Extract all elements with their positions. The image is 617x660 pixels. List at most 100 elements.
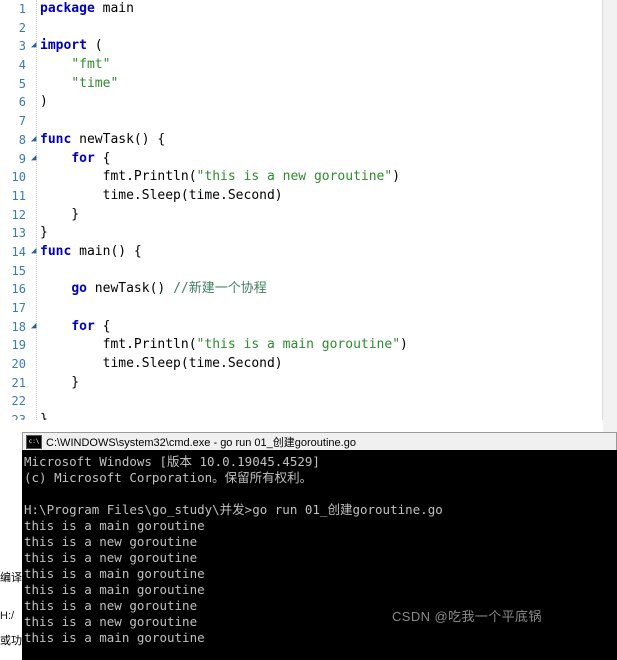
code-line[interactable]: go newTask() //新建一个协程	[40, 280, 617, 299]
code-token-plain: )	[392, 169, 401, 185]
code-token-str: "this is a main goroutine"	[196, 337, 401, 353]
line-number: 10	[11, 170, 26, 185]
console-line: this is a main goroutine	[24, 582, 205, 597]
line-number-gutter: 1234567891011121314151617181920212223	[0, 0, 30, 432]
code-line[interactable]: fmt.Println("this is a main goroutine")	[40, 336, 617, 355]
console-line: H:\Program Files\go_study\并发>go run 01_创…	[24, 502, 443, 517]
code-token-plain: main	[94, 1, 134, 16]
left-panel-status-label: 或功	[0, 635, 22, 647]
code-token-plain: )	[400, 337, 408, 353]
console-output: Microsoft Windows [版本 10.0.19045.4529] (c…	[22, 450, 617, 660]
line-number: 1	[18, 2, 26, 16]
line-number: 2	[18, 20, 26, 35]
line-number: 3	[18, 39, 26, 54]
code-token-plain: }	[40, 225, 48, 241]
code-line[interactable]: for {	[40, 318, 617, 337]
line-number: 5	[18, 76, 26, 91]
code-token-str: "fmt"	[71, 57, 111, 73]
code-token-plain: )	[40, 94, 48, 110]
code-line[interactable]: func main() {	[40, 243, 617, 262]
code-line[interactable]: fmt.Println("this is a new goroutine")	[40, 168, 617, 187]
left-panel-compile-label: 编译	[0, 572, 22, 584]
code-line[interactable]: "time"	[40, 75, 617, 94]
editor-bottom-strip	[0, 420, 603, 432]
code-line[interactable]	[40, 262, 617, 281]
fold-triangle-icon[interactable]: ◢	[31, 41, 38, 50]
code-token-plain: main() {	[71, 243, 142, 259]
code-editor[interactable]: 1234567891011121314151617181920212223 ◢◢…	[0, 0, 617, 432]
code-line[interactable]: }	[40, 374, 617, 393]
code-line[interactable]: }	[40, 224, 617, 243]
code-token-plain: fmt.Println(	[40, 169, 197, 185]
line-number: 7	[18, 114, 26, 129]
line-number: 15	[11, 263, 26, 278]
code-token-kw: package	[40, 1, 95, 16]
code-token-kw: for	[71, 150, 95, 166]
code-line[interactable]	[40, 19, 617, 38]
line-number: 19	[11, 338, 26, 353]
code-token-plain: (	[86, 38, 103, 54]
left-panel-path-label: H:/	[0, 610, 15, 622]
fold-triangle-icon[interactable]: ◢	[31, 134, 38, 143]
console-window[interactable]: c:\ C:\WINDOWS\system32\cmd.exe - go run…	[22, 432, 617, 660]
code-line[interactable]: import (	[40, 37, 617, 56]
console-line: this is a new goroutine	[24, 550, 198, 565]
line-number: 20	[11, 357, 26, 372]
watermark: CSDN @吃我一个平底锅	[392, 609, 542, 624]
code-line[interactable]	[40, 112, 617, 131]
code-token-plain: {	[94, 318, 111, 334]
console-line: this is a new goroutine	[24, 534, 198, 549]
editor-right-margin	[602, 0, 617, 432]
code-line[interactable]	[40, 392, 617, 411]
line-number: 14	[11, 244, 26, 259]
code-token-plain: fmt.Println(	[40, 337, 197, 353]
line-number: 13	[11, 226, 26, 241]
line-number: 22	[11, 394, 26, 409]
line-number: 9	[18, 151, 26, 166]
code-line[interactable]: }	[40, 206, 617, 225]
code-token-plain: time.Sleep(time.Second)	[40, 187, 283, 203]
console-line: Microsoft Windows [版本 10.0.19045.4529]	[24, 454, 320, 469]
console-titlebar[interactable]: c:\ C:\WINDOWS\system32\cmd.exe - go run…	[22, 432, 617, 450]
console-line: (c) Microsoft Corporation。保留所有权利。	[24, 470, 313, 485]
code-token-plain: }	[40, 374, 80, 390]
code-token-kw: import	[40, 38, 87, 54]
console-line: this is a main goroutine	[24, 630, 205, 645]
console-title-text: C:\WINDOWS\system32\cmd.exe - go run 01_…	[46, 436, 356, 449]
code-line[interactable]: )	[40, 93, 617, 112]
code-fold-column[interactable]: ◢ ◢ ◢ ◢ ◢	[30, 0, 40, 432]
line-number: 11	[11, 188, 26, 203]
code-line[interactable]: time.Sleep(time.Second)	[40, 355, 617, 374]
code-content[interactable]: package main import ( "fmt" "time") func…	[40, 0, 617, 432]
code-token-plain: {	[94, 150, 111, 166]
code-token-plain: }	[40, 206, 80, 222]
left-panel-peek: 编译 H:/ 或功	[0, 432, 22, 660]
console-line: this is a main goroutine	[24, 518, 205, 533]
fold-triangle-icon[interactable]: ◢	[31, 153, 38, 162]
code-line[interactable]: func newTask() {	[40, 131, 617, 150]
code-token-kw: go	[71, 281, 87, 297]
line-number: 17	[11, 301, 26, 315]
fold-triangle-icon[interactable]: ◢	[31, 321, 38, 330]
code-token-plain: time.Sleep(time.Second)	[40, 356, 283, 372]
line-number: 12	[11, 207, 26, 222]
code-token-str: "time"	[71, 75, 119, 91]
code-token-kw: func	[40, 243, 72, 259]
code-token-kw: for	[71, 318, 95, 334]
code-line[interactable]: time.Sleep(time.Second)	[40, 187, 617, 206]
code-line[interactable]: for {	[40, 150, 617, 169]
fold-triangle-icon[interactable]: ◢	[31, 247, 38, 256]
code-token-plain: newTask()	[86, 281, 174, 297]
code-token-cmt: //新建一个协程	[173, 281, 267, 297]
code-token-plain: newTask() {	[71, 131, 166, 147]
code-token-kw: func	[40, 131, 72, 147]
line-number: 6	[18, 95, 26, 110]
code-line[interactable]: package main	[40, 0, 617, 19]
console-line: this is a main goroutine	[24, 566, 205, 581]
code-line[interactable]	[40, 299, 617, 318]
code-line[interactable]: "fmt"	[40, 56, 617, 75]
